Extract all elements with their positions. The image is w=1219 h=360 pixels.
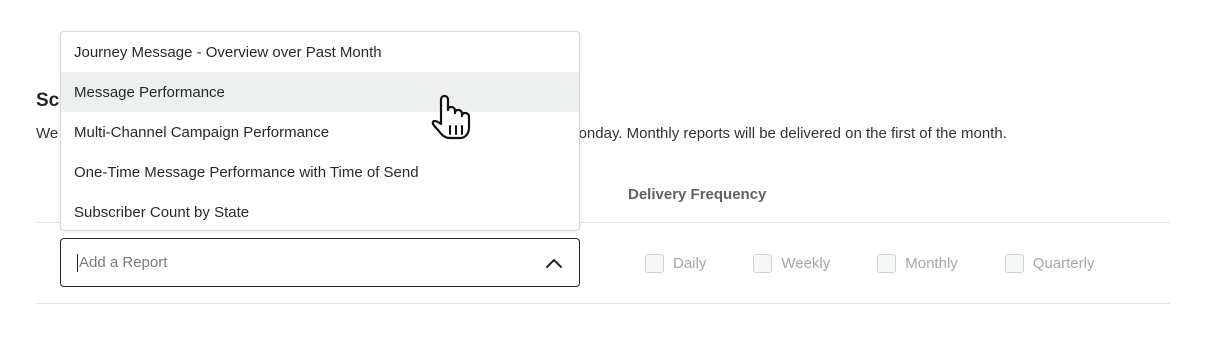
daily-checkbox[interactable] xyxy=(645,253,664,273)
quarterly-checkbox[interactable] xyxy=(1004,253,1024,273)
table-divider-bottom xyxy=(36,303,1170,304)
dropdown-item-one-time-message[interactable]: One-Time Message Performance with Time o… xyxy=(61,152,579,192)
frequency-option-daily[interactable]: Daily xyxy=(645,253,707,273)
frequency-option-weekly[interactable]: Weekly xyxy=(753,253,831,273)
delivery-frequency-header: Delivery Frequency xyxy=(628,186,767,203)
weekly-checkbox[interactable] xyxy=(753,253,773,273)
text-caret xyxy=(77,253,78,272)
add-report-placeholder: Add a Report xyxy=(79,254,168,271)
weekly-label: Weekly xyxy=(781,254,831,272)
dropdown-item-multi-channel-campaign[interactable]: Multi-Channel Campaign Performance xyxy=(61,112,579,152)
section-description-start: We xyxy=(36,125,59,142)
dropdown-item-subscriber-count[interactable]: Subscriber Count by State xyxy=(61,192,579,230)
daily-label: Daily xyxy=(673,254,707,272)
frequency-options: Daily Weekly Monthly Quarterly xyxy=(645,252,1094,274)
section-description-end: onday. Monthly reports will be delivered… xyxy=(578,125,1007,142)
add-report-select[interactable]: Add a Report xyxy=(60,238,580,287)
quarterly-label: Quarterly xyxy=(1032,254,1095,272)
frequency-option-quarterly[interactable]: Quarterly xyxy=(1004,253,1095,273)
report-dropdown-menu: Journey Message - Overview over Past Mon… xyxy=(60,31,580,231)
frequency-option-monthly[interactable]: Monthly xyxy=(877,253,958,273)
section-heading: Sc xyxy=(36,90,60,111)
monthly-checkbox[interactable] xyxy=(877,253,897,273)
hand-pointer-icon xyxy=(428,94,474,142)
dropdown-item-message-performance[interactable]: Message Performance xyxy=(61,72,579,112)
page: Sc We onday. Monthly reports will be del… xyxy=(0,0,1219,360)
monthly-label: Monthly xyxy=(905,254,958,272)
dropdown-item-journey-message[interactable]: Journey Message - Overview over Past Mon… xyxy=(61,32,579,72)
chevron-up-icon[interactable] xyxy=(545,254,563,272)
